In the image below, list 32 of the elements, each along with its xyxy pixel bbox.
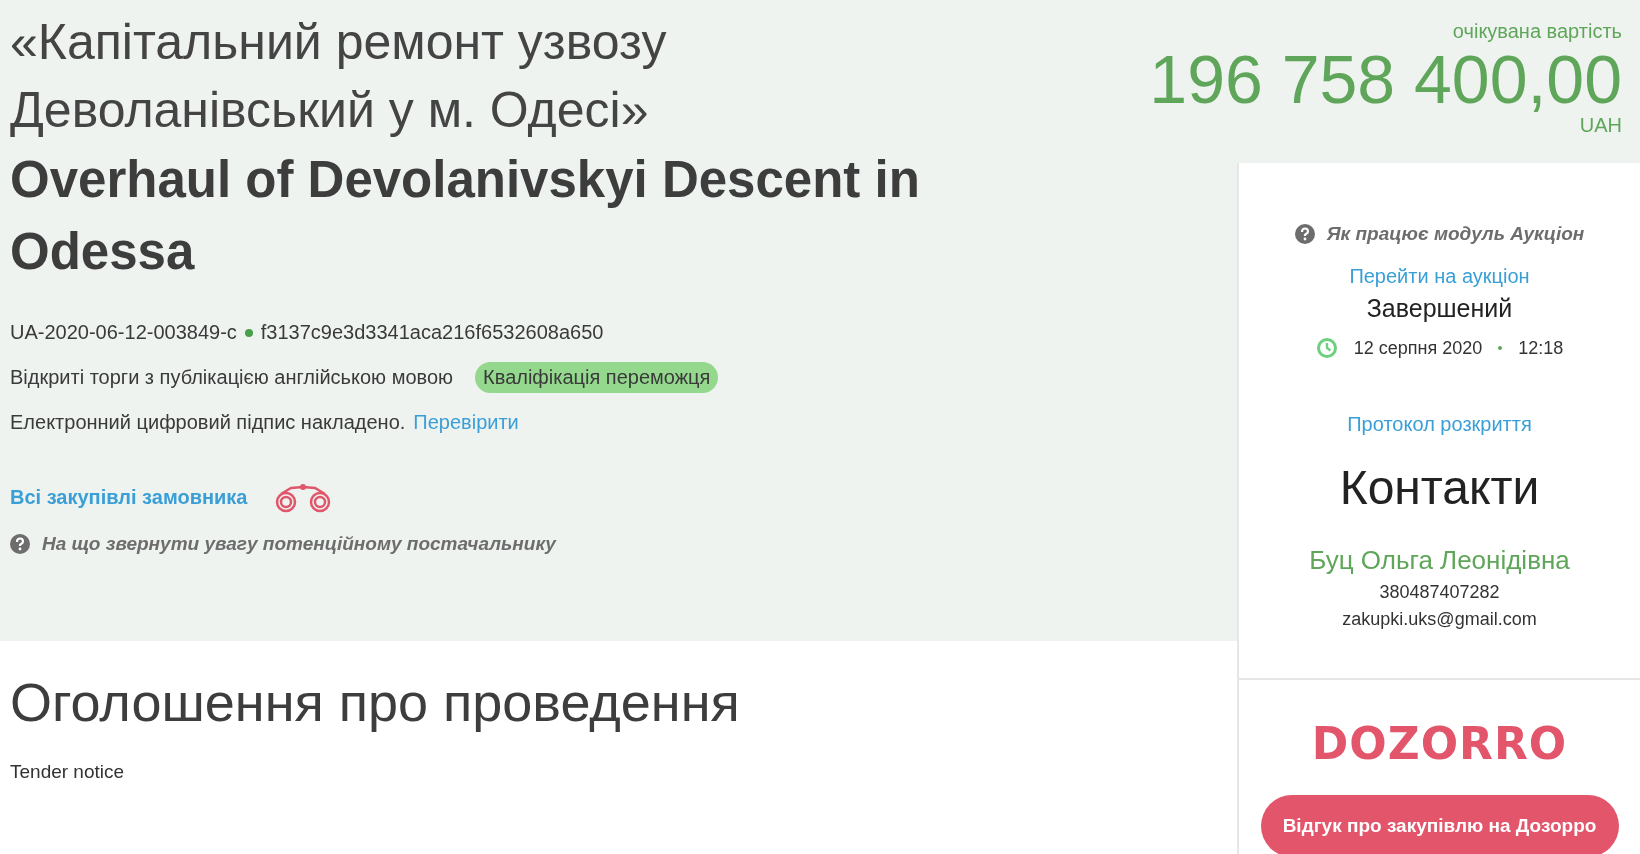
signature-text: Електронний цифровий підпис накладено. [10,411,406,434]
customer-procurements-link[interactable]: Всі закупівлі замовника [10,486,248,509]
expected-cost-amount: 196 758 400,00 [1149,43,1622,115]
tender-id: UA-2020-06-12-003849-c [10,321,237,344]
clock-icon [1315,337,1338,359]
contacts-heading: Контакти [1339,460,1540,515]
expected-cost-label: очікувана вартість [1452,20,1622,43]
auction-date: 12 серпня 2020 [1353,337,1483,359]
separator-dot [244,328,253,337]
help-icon[interactable] [1294,224,1315,244]
auction-help-text[interactable]: Як працює модуль Аукціон [1326,223,1585,245]
dozorro-feedback-button[interactable]: Відгук про закупівлю на Дозорро [1260,795,1619,854]
contact-phone: 380487407282 [1379,582,1500,603]
separator-dot [1498,346,1503,350]
auction-status: Завершений [1366,294,1513,323]
currency-label: UAH [1579,115,1622,135]
section-subheading: Tender notice [10,761,126,783]
supplier-help-text[interactable]: На що звернути увагу потенційному постачальнику [42,533,556,555]
contact-name: Буц Ольга Леонідівна [1309,545,1570,576]
section-heading: Оголошення про проведення [10,671,741,734]
help-icon[interactable] [10,534,30,554]
go-to-auction-link[interactable]: Перейти на аукціон [1349,265,1530,288]
opening-protocol-link[interactable]: Протокол розкриття [1347,413,1532,436]
contact-email: zakupki.uks@gmail.com [1342,609,1537,630]
status-badge: Кваліфікація переможця [475,362,719,393]
tender-title-english: Overhaul of Devolanivskyi Descent in Odessa [10,150,921,282]
verify-link[interactable]: Перевірити [413,411,519,434]
tender-hash: f3137c9e3d3341aca216f6532608a650 [260,321,604,344]
dozorro-logo: DOZORRO [1311,718,1568,769]
tender-title: «Капітальний ремонт узвозу Деволанівський у м. Одесі» [10,13,668,140]
auction-time: 12:18 [1518,337,1564,359]
procedure-type: Відкриті торги з публікацією англійською мовою [10,366,454,389]
